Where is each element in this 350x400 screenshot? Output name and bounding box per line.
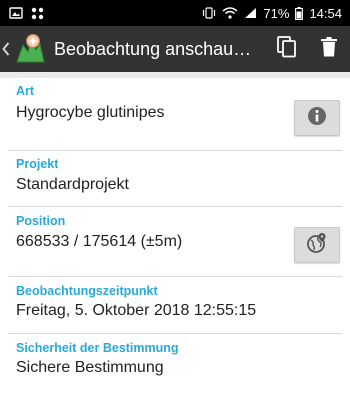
show-on-map-button[interactable]	[294, 227, 340, 263]
field-label: Projekt	[16, 157, 59, 171]
copy-button[interactable]	[266, 26, 308, 72]
field-position: Position 668533 / 175614 (±5m)	[8, 207, 342, 277]
delete-button[interactable]	[308, 26, 350, 72]
status-bar-left	[9, 6, 44, 20]
page-title: Beobachtung anschau…	[54, 38, 252, 59]
status-bar-right: 71% 14:54	[202, 6, 342, 21]
species-info-button[interactable]	[294, 100, 340, 136]
status-bar: 71% 14:54	[0, 0, 350, 26]
field-value: Hygrocybe glutinipes	[16, 104, 165, 121]
trash-icon	[321, 36, 337, 62]
toolbar: Beobachtung anschau…	[0, 26, 350, 72]
clock: 14:54	[309, 5, 342, 21]
field-label: Sicherheit der Bestimmung	[16, 341, 179, 355]
observation-details: Art Hygrocybe glutinipes Projekt Standar…	[0, 78, 350, 394]
info-icon	[307, 106, 327, 131]
battery-percent: 71%	[263, 5, 290, 21]
globe-pin-icon	[306, 232, 328, 259]
field-value: Freitag, 5. Oktober 2018 12:55:15	[16, 302, 257, 319]
app-logo-icon[interactable]	[12, 31, 48, 67]
field-projekt: Projekt Standardprojekt	[8, 151, 342, 207]
field-art: Art Hygrocybe glutinipes	[8, 78, 342, 151]
battery-icon	[295, 6, 304, 20]
field-sicherheit: Sicherheit der Bestimmung Sichere Bestim…	[8, 334, 342, 394]
apps-grid-icon	[31, 7, 44, 20]
vibrate-icon	[202, 7, 216, 19]
field-label: Position	[16, 214, 66, 228]
field-beobachtungszeitpunkt: Beobachtungszeitpunkt Freitag, 5. Oktobe…	[8, 277, 342, 334]
gallery-icon	[9, 6, 23, 20]
copy-icon	[277, 35, 297, 63]
signal-icon	[244, 7, 257, 19]
field-value: Sichere Bestimmung	[16, 359, 164, 376]
back-chevron-icon[interactable]	[2, 42, 12, 56]
field-label: Beobachtungszeitpunkt	[16, 284, 158, 298]
field-label: Art	[16, 84, 35, 98]
wifi-icon	[222, 7, 238, 19]
field-value: Standardprojekt	[16, 176, 129, 193]
field-value: 668533 / 175614 (±5m)	[16, 233, 183, 250]
